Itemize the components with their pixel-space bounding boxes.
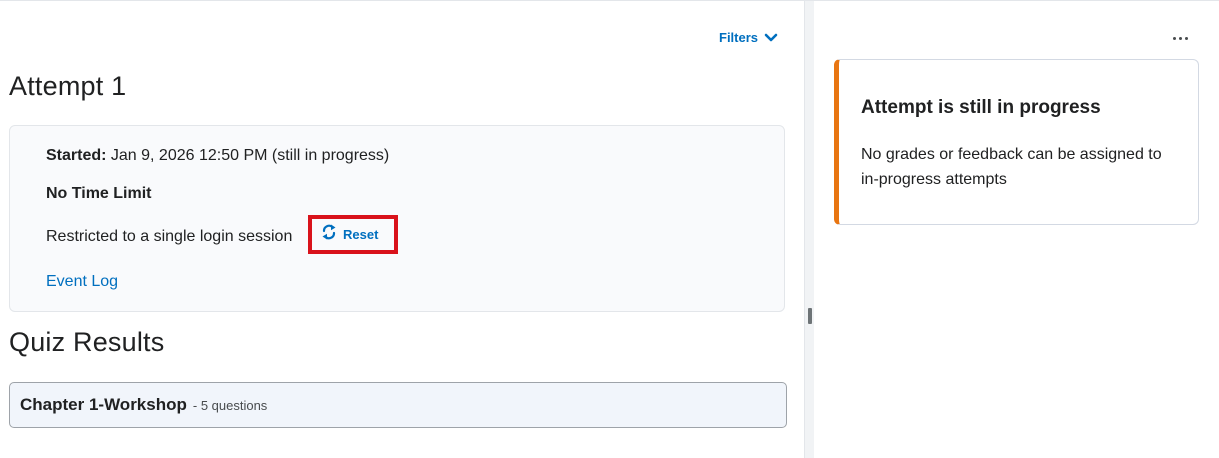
- event-log-link[interactable]: Event Log: [46, 273, 118, 291]
- more-options-icon[interactable]: [1168, 30, 1192, 46]
- reset-icon: [322, 224, 336, 245]
- attempt-panel: Filters Attempt 1 Started: Jan 9, 2026 1…: [0, 1, 804, 458]
- chevron-down-icon: [764, 33, 778, 43]
- quiz-title: Chapter 1-Workshop: [20, 395, 187, 414]
- alert-body: No grades or feedback can be assigned to…: [861, 146, 1162, 188]
- in-progress-alert: Attempt is still in progress No grades o…: [834, 59, 1199, 225]
- reset-label: Reset: [343, 227, 379, 242]
- started-label: Started:: [46, 147, 107, 164]
- attempt-details-card: Started: Jan 9, 2026 12:50 PM (still in …: [9, 125, 785, 312]
- filters-label: Filters: [719, 30, 759, 45]
- started-value: Jan 9, 2026 12:50 PM (still in progress): [106, 147, 390, 164]
- filters-button[interactable]: Filters: [719, 30, 778, 45]
- started-row: Started: Jan 9, 2026 12:50 PM (still in …: [46, 147, 389, 165]
- attempt-heading: Attempt 1: [9, 71, 127, 101]
- panel-divider[interactable]: [804, 1, 814, 458]
- resize-handle[interactable]: [808, 308, 812, 324]
- alert-title: Attempt is still in progress: [861, 97, 1101, 118]
- reset-button[interactable]: Reset: [308, 215, 398, 254]
- quiz-question-count: - 5 questions: [192, 397, 268, 413]
- quiz-result-row[interactable]: Chapter 1-Workshop - 5 questions: [9, 382, 787, 428]
- time-limit-text: No Time Limit: [46, 185, 152, 202]
- quiz-results-heading: Quiz Results: [9, 327, 165, 357]
- restriction-text: Restricted to a single login session: [46, 228, 293, 245]
